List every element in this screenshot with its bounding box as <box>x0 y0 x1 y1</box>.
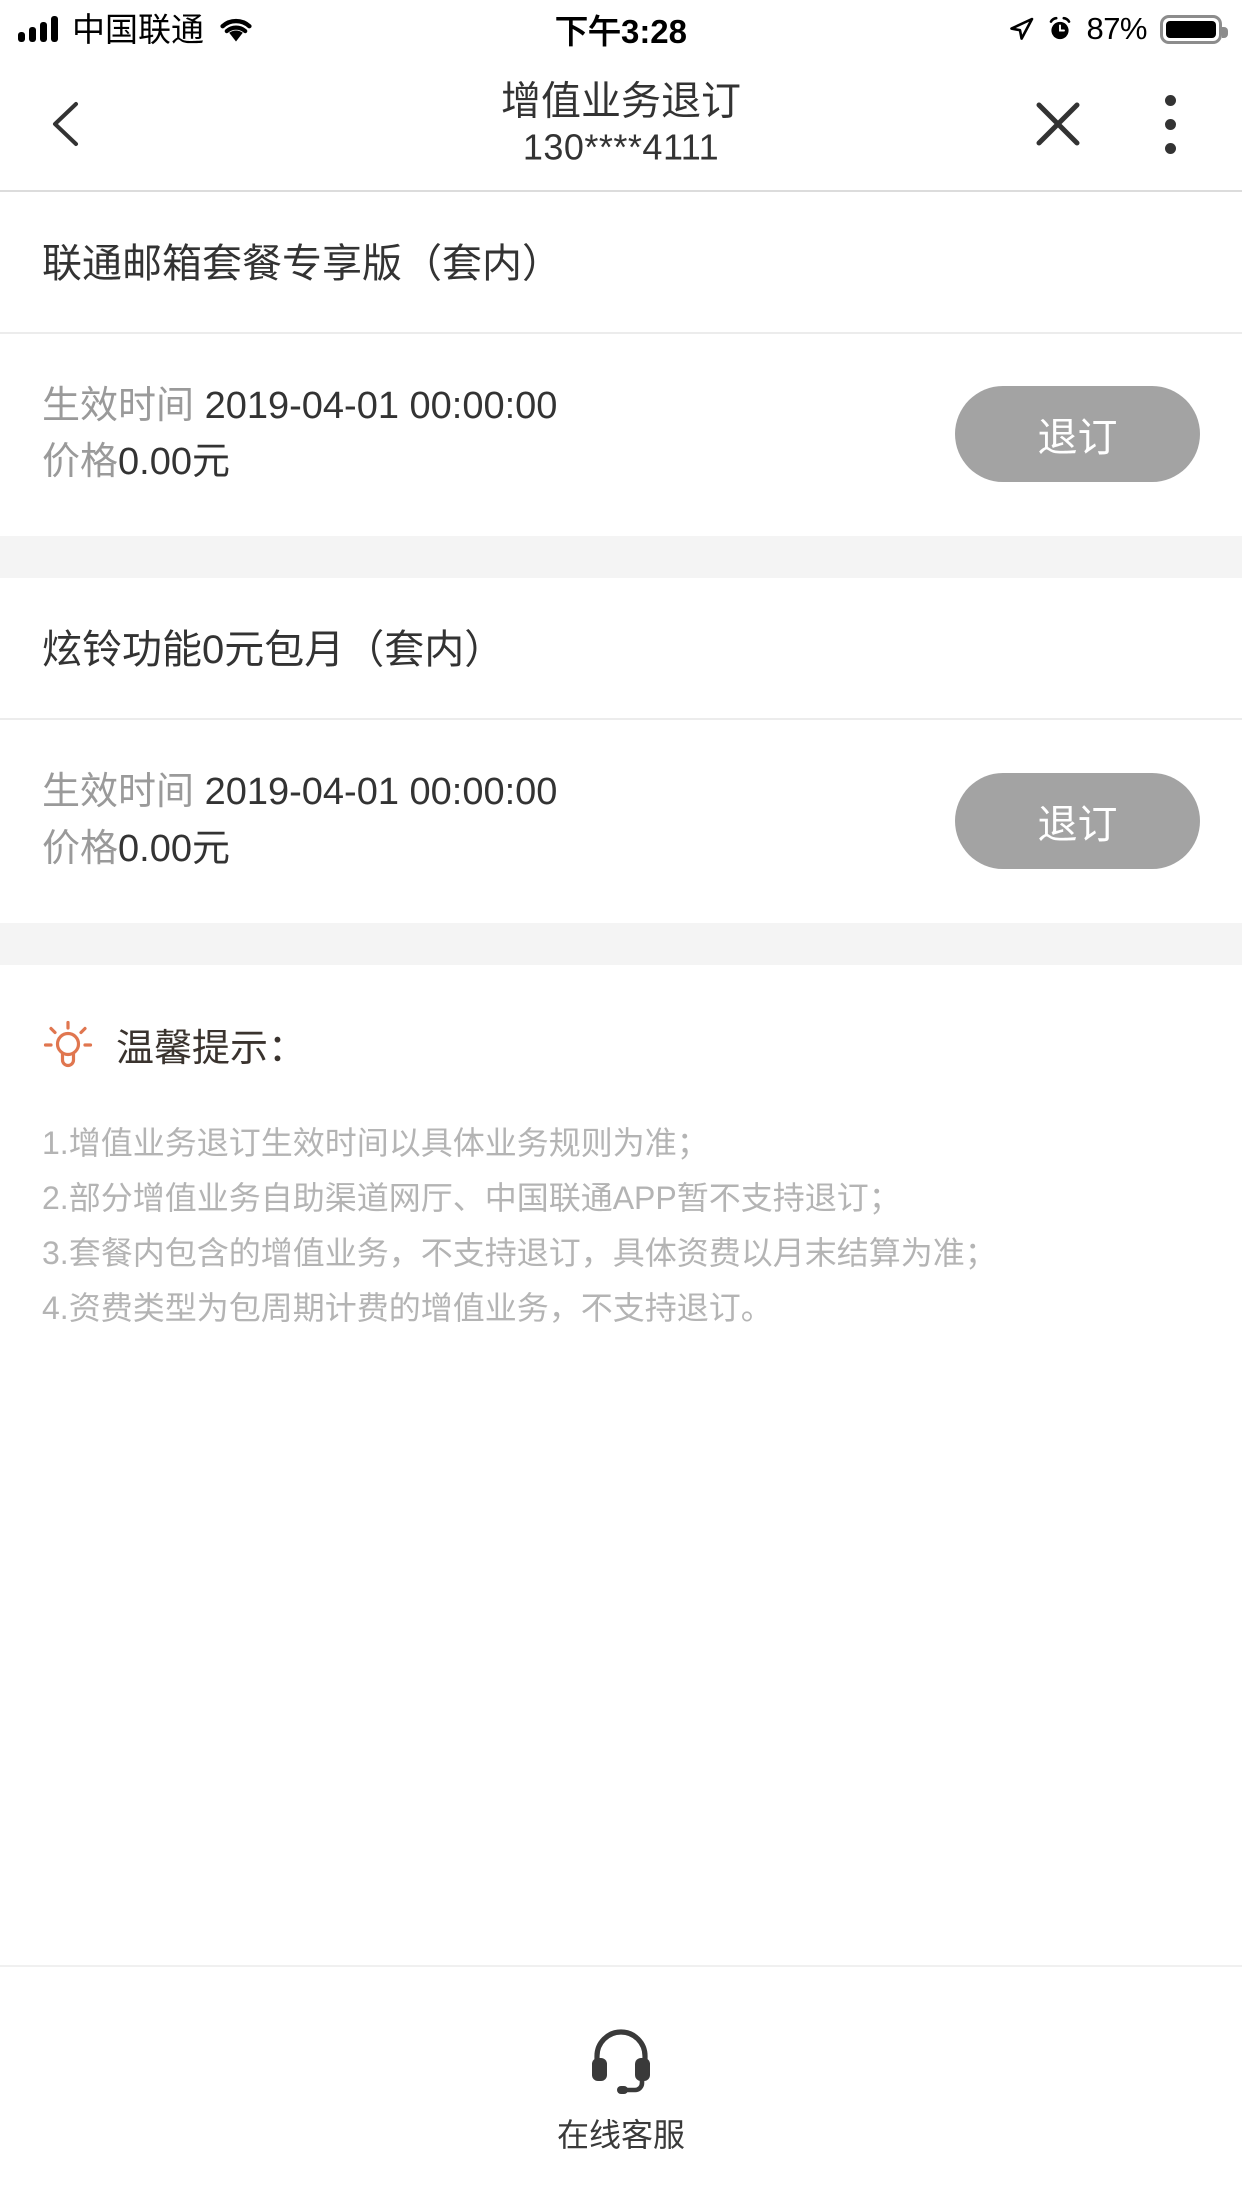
more-vertical-icon <box>1164 94 1176 106</box>
online-service-label: 在线客服 <box>556 2116 685 2153</box>
headset-icon <box>592 2028 650 2094</box>
service-info: 生效时间 2019-04-01 00:00:00 价格0.00元 <box>42 378 955 490</box>
price-line: 价格0.00元 <box>42 434 955 490</box>
alarm-clock-icon <box>1050 16 1071 40</box>
section-divider <box>0 922 1242 965</box>
effective-time-value: 2019-04-01 00:00:00 <box>204 771 558 814</box>
effective-time-label: 生效时间 <box>42 771 195 814</box>
tips-heading: 温馨提示： <box>116 1027 307 1070</box>
service-detail-row: 生效时间 2019-04-01 00:00:00 价格0.00元 退订 <box>0 720 1242 922</box>
unsubscribe-button[interactable]: 退订 <box>955 386 1200 483</box>
close-icon <box>1036 102 1080 146</box>
tip-item: 3.套餐内包含的增值业务，不支持退订，具体资费以月末结算为准； <box>42 1235 997 1271</box>
tip-item: 2.部分增值业务自助渠道网厅、中国联通APP暂不支持退订； <box>42 1179 901 1216</box>
service-card: 联通邮箱套餐专享版（套内） 生效时间 2019-04-01 00:00:00 价… <box>0 192 1242 537</box>
effective-time-label: 生效时间 <box>42 385 195 427</box>
more-vertical-icon <box>1164 142 1176 154</box>
unsubscribe-button[interactable]: 退订 <box>955 772 1200 869</box>
tip-item: 4.资费类型为包周期计费的增值业务，不支持退订。 <box>42 1290 773 1327</box>
nav-bar: 增值业务退订 130****4111 <box>0 58 1242 192</box>
service-info: 生效时间 2019-04-01 00:00:00 价格0.00元 <box>42 764 955 876</box>
service-detail-row: 生效时间 2019-04-01 00:00:00 价格0.00元 退订 <box>0 334 1242 536</box>
tip-item: 1.增值业务退订生效时间以具体业务规则为准； <box>42 1124 709 1161</box>
tips-header: 温馨提示： <box>42 1017 1200 1072</box>
more-options-button[interactable] <box>1142 92 1198 156</box>
tips-section: 温馨提示： 1.增值业务退订生效时间以具体业务规则为准； 2.部分增值业务自助渠… <box>0 964 1242 1337</box>
effective-time-line: 生效时间 2019-04-01 00:00:00 <box>42 378 955 434</box>
close-button[interactable] <box>1026 92 1090 156</box>
main-content: 联通邮箱套餐专享版（套内） 生效时间 2019-04-01 00:00:00 价… <box>0 192 1242 2208</box>
effective-time-value: 2019-04-01 00:00:00 <box>204 385 558 427</box>
location-arrow-icon <box>1010 17 1034 40</box>
status-time: 下午3:28 <box>554 13 688 50</box>
section-divider <box>0 536 1242 579</box>
status-bar: 中国联通 下午3:28 87% <box>0 0 1242 58</box>
price-value: 0.00元 <box>118 441 230 484</box>
status-bar-right: 87% <box>1008 0 1228 58</box>
effective-time-line: 生效时间 2019-04-01 00:00:00 <box>42 764 955 820</box>
service-name: 炫铃功能0元包月（套内） <box>0 578 1242 721</box>
more-vertical-icon <box>1164 118 1176 130</box>
price-label: 价格 <box>42 827 119 870</box>
price-value: 0.00元 <box>118 827 230 870</box>
battery-icon <box>1160 14 1228 44</box>
service-name: 联通邮箱套餐专享版（套内） <box>0 192 1242 334</box>
price-label: 价格 <box>42 441 119 484</box>
online-service-bar[interactable]: 在线客服 <box>0 1965 1242 2208</box>
service-card: 炫铃功能0元包月（套内） 生效时间 2019-04-01 00:00:00 价格… <box>0 578 1242 923</box>
lightbulb-icon <box>43 1021 93 1068</box>
app-screen: 中国联通 下午3:28 87% 增值业务退订 130****4111 联通邮箱套… <box>0 0 1242 2208</box>
battery-percent: 87% <box>1086 11 1147 46</box>
price-line: 价格0.00元 <box>42 821 955 877</box>
